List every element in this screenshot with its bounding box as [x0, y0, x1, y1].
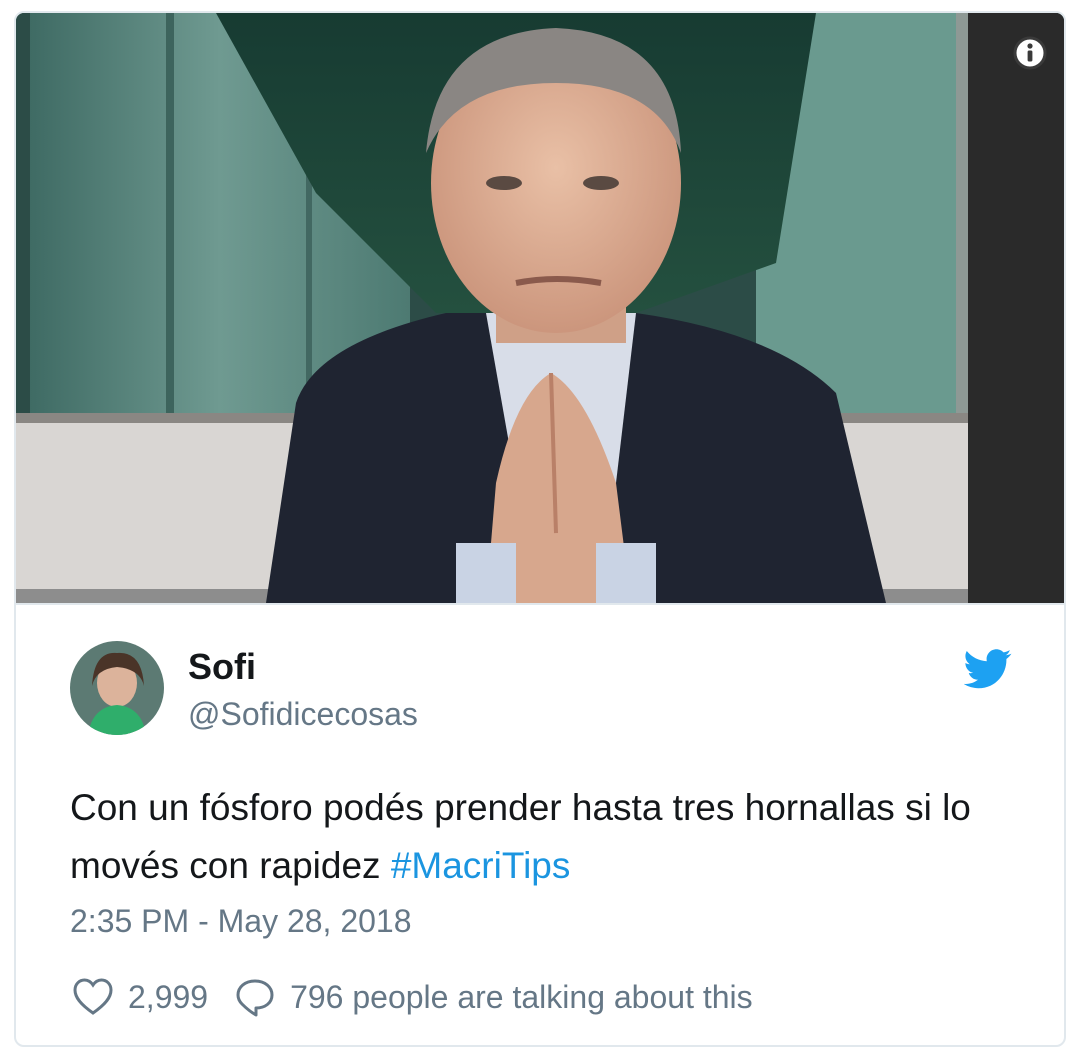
tweet-photo[interactable] — [16, 13, 1064, 603]
author-handle[interactable]: @Sofidicecosas — [188, 695, 418, 733]
speech-bubble-icon[interactable] — [234, 977, 276, 1017]
photo-illustration — [16, 13, 1064, 603]
avatar[interactable] — [70, 641, 164, 735]
heart-icon[interactable] — [72, 977, 114, 1017]
like-count[interactable]: 2,999 — [128, 979, 208, 1016]
twitter-bird-icon[interactable] — [964, 649, 1012, 689]
tweet-text: Con un fósforo podés prender hasta tres … — [70, 779, 1050, 895]
talking-count[interactable]: 796 people are talking about this — [290, 979, 753, 1016]
tweet-embed-card[interactable]: Sofi @Sofidicecosas Con un fósforo podés… — [14, 11, 1066, 1047]
hashtag-link[interactable]: #MacriTips — [391, 845, 571, 886]
media-divider — [16, 603, 1064, 605]
avatar-image — [70, 641, 164, 735]
info-icon[interactable] — [1012, 35, 1048, 71]
tweet-actions: 2,999 796 people are talking about this — [72, 975, 753, 1019]
tweet-timestamp[interactable]: 2:35 PM - May 28, 2018 — [70, 901, 412, 941]
author-name[interactable]: Sofi — [188, 647, 256, 687]
